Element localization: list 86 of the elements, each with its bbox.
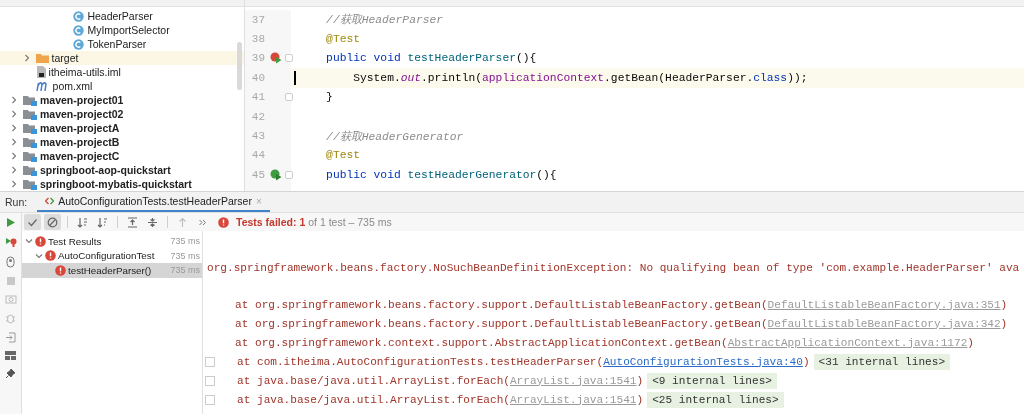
stack-trace-line: at org.springframework.beans.factory.support.DefaultListableBeanFactory.getBean(DefaultListableBeanFactory.java:351)	[235, 298, 1008, 311]
internal-lines[interactable]: <31 internal lines>	[813, 353, 951, 370]
stack-trace-line: at com.itheima.AutoConfigurationTests.testHeaderParser(AutoConfigurationTests.java:40)	[237, 355, 810, 368]
stack-trace-line: at org.springframework.context.support.AbstractApplicationContext.getBean(AbstractApplicationContext.java:1172)	[235, 336, 974, 349]
module-folder-icon	[23, 122, 37, 134]
run-test-icon[interactable]	[270, 168, 282, 181]
internal-lines[interactable]: <25 internal lines>	[647, 391, 784, 408]
line-number: 37	[250, 13, 265, 26]
fold-marker-icon[interactable]	[285, 170, 293, 179]
tree-item[interactable]: springboot-mybatis-quickstart	[0, 177, 244, 191]
sort-icon	[77, 216, 88, 228]
layout-icon[interactable]	[5, 351, 16, 360]
line-number: 38	[250, 33, 265, 46]
tree-item[interactable]: maven-projectB	[0, 135, 244, 149]
stack-trace-line: at org.springframework.beans.factory.support.DefaultListableBeanFactory.getBean(DefaultListableBeanFactory.java:342)	[235, 317, 1008, 330]
sort-icon	[97, 216, 108, 228]
test-icon	[45, 197, 55, 205]
tree-item[interactable]: target	[0, 51, 244, 65]
test-tree-item[interactable]: AutoConfigurationTest 735 ms	[22, 248, 202, 263]
line-number: 40	[250, 71, 265, 84]
line-number: 41	[250, 91, 265, 104]
expand-all-icon	[127, 216, 138, 228]
toolbar-button[interactable]	[44, 214, 61, 230]
fold-marker-icon[interactable]	[285, 54, 293, 63]
class-icon	[73, 24, 85, 36]
camera-icon[interactable]	[4, 294, 17, 304]
code-line: @Test	[325, 33, 360, 46]
scrollbar[interactable]	[237, 42, 242, 90]
tree-item[interactable]: pom.xml	[0, 79, 244, 93]
code-line: //获取HeaderParser	[325, 12, 444, 28]
tree-item[interactable]: maven-project02	[0, 107, 244, 121]
toolbar-button[interactable]	[24, 214, 41, 230]
toggle-icon[interactable]	[5, 256, 16, 268]
class-icon	[73, 38, 85, 50]
folder-icon	[35, 53, 49, 63]
code-line: public void testHeaderGenerator(){	[325, 168, 557, 181]
up-arrow-icon	[177, 216, 188, 228]
tree-item[interactable]: MyImportSelector	[0, 23, 244, 37]
line-number: 43	[250, 130, 265, 143]
stack-trace-line: at java.base/java.util.ArrayList.forEach(ArrayList.java:1541)	[237, 374, 644, 387]
line-number: 42	[250, 110, 265, 123]
fold-marker-icon[interactable]	[285, 93, 293, 102]
module-folder-icon	[23, 178, 37, 190]
stack-trace-line: at java.base/java.util.ArrayList.forEach(ArrayList.java:1541)	[237, 393, 644, 406]
class-icon	[73, 10, 85, 22]
more-icon	[198, 217, 207, 227]
tree-item[interactable]: HeaderParser	[0, 9, 244, 23]
module-folder-icon	[23, 136, 37, 148]
code-line: @Test	[325, 149, 360, 162]
run-label: Run:	[5, 196, 28, 208]
text-cursor	[294, 71, 296, 86]
collapse-all-icon	[147, 216, 158, 228]
exception-message: org.springframework.beans.factory.NoSuchBeanDefinitionException: No qualifying bean of type 'com.example.HeaderParser' ava	[207, 260, 1020, 276]
module-folder-icon	[23, 108, 37, 120]
tree-item[interactable]: maven-projectA	[0, 121, 244, 135]
code-line: //获取HeaderGenerator	[325, 129, 464, 144]
run-test-icon[interactable]	[270, 52, 282, 65]
module-folder-icon	[23, 150, 37, 162]
test-status: Tests failed: 1	[236, 216, 306, 228]
file-icon	[35, 66, 46, 78]
bug-icon[interactable]	[5, 312, 16, 324]
line-number: 45	[250, 168, 265, 181]
code-line: public void testHeaderParser(){	[325, 52, 537, 65]
tree-item[interactable]: springboot-aop-quickstart	[0, 163, 244, 177]
chevron-icon[interactable]	[22, 54, 31, 62]
ignored-icon	[47, 216, 58, 228]
tree-item[interactable]: itheima-utils.iml	[0, 65, 244, 79]
code-line: }	[325, 91, 333, 104]
tree-item[interactable]: maven-projectC	[0, 149, 244, 163]
tree-item[interactable]: maven-project01	[0, 93, 244, 107]
line-number: 39	[250, 52, 265, 65]
test-tree-item[interactable]: Test Results 735 ms	[22, 234, 202, 249]
internal-lines[interactable]: <9 internal lines>	[647, 372, 777, 389]
maven-icon	[35, 81, 50, 91]
line-number: 44	[250, 149, 265, 162]
run-icon[interactable]	[5, 217, 16, 228]
test-summary: of 1 test – 735 ms	[308, 216, 392, 228]
check-icon	[27, 216, 38, 228]
source-link[interactable]: AutoConfigurationTests.java:40	[603, 355, 803, 368]
rerun-failed-icon[interactable]	[4, 236, 17, 248]
tree-item[interactable]: TokenParser	[0, 37, 244, 51]
exit-icon[interactable]	[5, 332, 16, 343]
module-folder-icon	[23, 164, 37, 176]
pin-icon[interactable]	[5, 368, 16, 379]
module-folder-icon	[23, 94, 37, 106]
code-line: System.out.println(applicationContext.getBean(HeaderParser.class));	[352, 71, 808, 84]
